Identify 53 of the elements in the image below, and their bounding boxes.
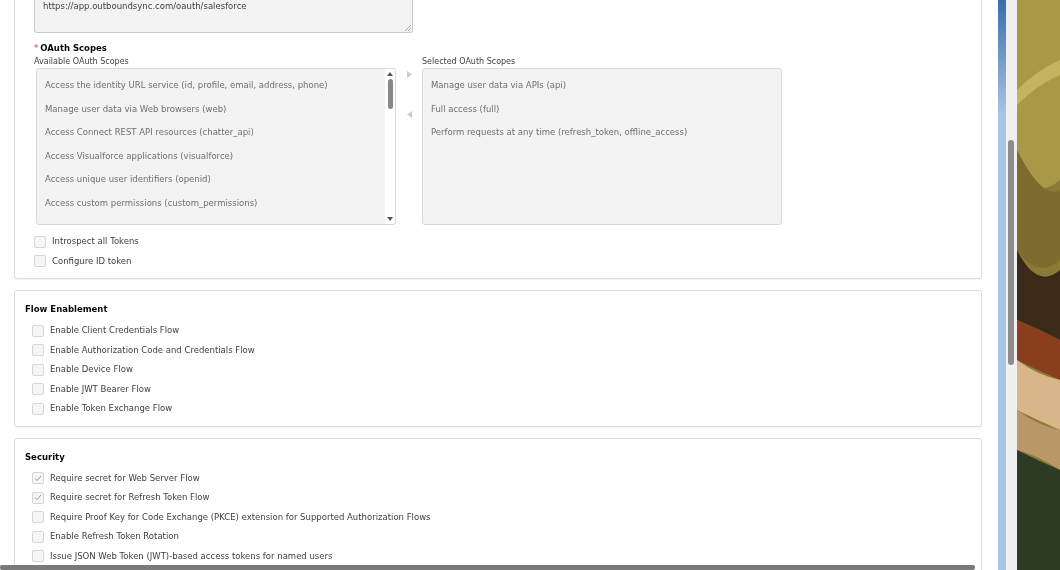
checkbox-label: Enable Device Flow — [50, 363, 133, 376]
checkbox[interactable] — [32, 344, 44, 357]
checkmark-icon — [34, 494, 42, 502]
checkbox-label: Require secret for Refresh Token Flow — [50, 491, 210, 504]
checkbox-label: Require secret for Web Server Flow — [50, 471, 200, 485]
scrollbar-thumb[interactable] — [387, 79, 393, 109]
checkmark-icon — [34, 474, 42, 482]
page-scrollbar[interactable] — [1006, 0, 1017, 570]
checkbox[interactable] — [34, 255, 46, 268]
checkbox[interactable] — [32, 491, 44, 504]
checkbox-label: Issue JSON Web Token (JWT)-based access tokens for named users — [50, 549, 333, 563]
scope-option[interactable]: Access Visualforce applications (visualforce) — [45, 149, 377, 163]
scope-option[interactable]: Access the identity URL service (id, profile, email, address, phone) — [45, 79, 377, 93]
add-arrow-icon[interactable] — [406, 71, 412, 78]
checkbox[interactable] — [32, 363, 44, 376]
list-label: Selected OAuth Scopes — [422, 57, 517, 66]
scroll-down-icon[interactable] — [387, 217, 393, 221]
checkbox[interactable] — [32, 530, 44, 543]
checkbox-label: Introspect all Tokens — [52, 235, 139, 248]
checkbox[interactable] — [32, 511, 44, 524]
section-heading: Flow Enablement — [25, 304, 109, 314]
scope-option[interactable]: Access unique user identifiers (openid) — [45, 173, 377, 187]
scope-option[interactable]: Manage user data via Web browsers (web) — [45, 102, 377, 116]
checkbox-label: Configure ID token — [52, 254, 132, 268]
checkbox-label: Enable Authorization Code and Credentials Flow — [50, 343, 255, 357]
available-scopes-list[interactable] — [36, 68, 396, 225]
section-heading: Security — [25, 451, 66, 462]
checkbox[interactable] — [34, 235, 46, 248]
checkbox[interactable] — [32, 383, 44, 396]
scrollbar-thumb[interactable] — [1008, 140, 1014, 365]
checkbox-label: Enable Refresh Token Rotation — [50, 530, 179, 543]
checkbox[interactable] — [32, 324, 44, 337]
scope-option[interactable]: Full access (full) — [431, 102, 773, 116]
resize-grip-icon[interactable] — [405, 25, 411, 31]
scroll-up-icon[interactable] — [387, 72, 393, 76]
checkbox[interactable] — [32, 472, 44, 485]
checkbox[interactable] — [32, 402, 44, 415]
remove-arrow-icon[interactable] — [406, 111, 412, 118]
checkbox-label: Require Proof Key for Code Exchange (PKCE) extension for Supported Authorization Flows — [50, 510, 431, 524]
scope-option[interactable]: Access Connect REST API resources (chatter_api) — [45, 126, 377, 140]
horizontal-scrollbar[interactable] — [0, 565, 975, 570]
checkbox[interactable] — [32, 550, 44, 563]
scope-option[interactable]: Access custom permissions (custom_permissions) — [45, 196, 377, 210]
selected-scopes-list[interactable]: Manage user data via APIs (api) Full access (full) Perform requests at any time (refresh_token, offline_access) — [422, 68, 782, 225]
required-mark: * — [34, 43, 39, 53]
callback-url-field[interactable]: https://app.outboundsync.com/oauth/salesforce — [34, 0, 413, 33]
scope-option[interactable]: Manage user data via APIs (api) — [431, 79, 773, 93]
checkbox-label: Enable JWT Bearer Flow — [50, 382, 151, 396]
list-label: Available OAuth Scopes — [34, 57, 130, 66]
checkbox-label: Enable Client Credentials Flow — [50, 324, 180, 337]
checkbox-label: Enable Token Exchange Flow — [50, 402, 173, 415]
field-label: OAuth Scopes — [40, 43, 107, 53]
scope-option[interactable]: Perform requests at any time (refresh_token, offline_access) — [431, 126, 773, 140]
